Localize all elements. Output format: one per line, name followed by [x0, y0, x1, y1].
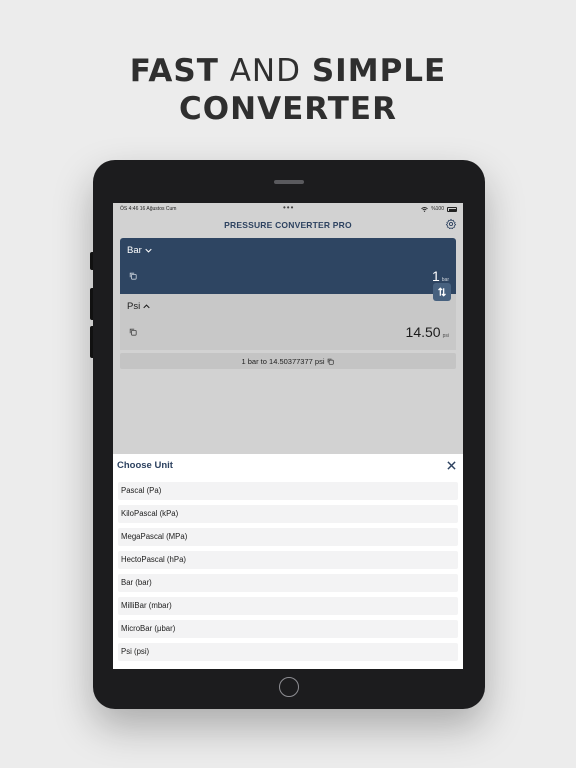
copy-icon[interactable] [129, 272, 137, 280]
gear-icon[interactable] [445, 218, 457, 230]
headline-word-and: AND [229, 53, 301, 89]
to-unit-label: Psi [127, 301, 141, 312]
marketing-headline: FAST AND SIMPLE CONVERTER [0, 52, 576, 128]
copy-icon[interactable] [129, 328, 137, 336]
choose-unit-sheet: Choose Unit Pascal (Pa) KiloPascal (kPa)… [113, 454, 463, 669]
to-unit-card[interactable]: Psi 14.50 psi [120, 294, 456, 350]
unit-option-hectopascal[interactable]: HectoPascal (hPa) [118, 551, 458, 569]
unit-option-millibar[interactable]: MilliBar (mbar) [118, 597, 458, 615]
status-bar: ÖS 4:46 16 Ağustos Cum ••• %100 [113, 203, 463, 215]
to-value-display[interactable]: 14.50 psi [406, 324, 449, 340]
from-unit-selector[interactable]: Bar [127, 245, 152, 256]
tablet-device: ÖS 4:46 16 Ağustos Cum ••• %100 PRESSURE… [90, 160, 485, 709]
swap-icon [438, 287, 446, 297]
unit-option-kilopascal[interactable]: KiloPascal (kPa) [118, 505, 458, 523]
side-button [90, 252, 93, 270]
unit-option-megapascal[interactable]: MegaPascal (MPa) [118, 528, 458, 546]
nav-bar: PRESSURE CONVERTER PRO [113, 215, 463, 237]
unit-option-microbar[interactable]: MicroBar (μbar) [118, 620, 458, 638]
copy-icon[interactable] [327, 358, 335, 365]
volume-down-button [90, 326, 93, 358]
headline-line-1: FAST AND SIMPLE [0, 52, 576, 90]
to-value: 14.50 [405, 324, 441, 340]
result-summary[interactable]: 1 bar to 14.50377377 psi [120, 353, 456, 369]
chevron-up-icon [143, 304, 150, 309]
unit-list: Pascal (Pa) KiloPascal (kPa) MegaPascal … [118, 482, 458, 666]
app-screen: ÖS 4:46 16 Ağustos Cum ••• %100 PRESSURE… [113, 203, 463, 669]
battery-percent: %100 [431, 206, 444, 212]
from-unit-label: Bar [127, 245, 142, 256]
speaker-grille [274, 180, 304, 184]
volume-up-button [90, 288, 93, 320]
from-value: 1 [431, 268, 440, 284]
result-text: 1 bar to 14.50377377 psi [241, 356, 325, 366]
multitasking-dots[interactable]: ••• [283, 203, 294, 214]
from-unit-card[interactable]: Bar 1 bar [120, 238, 456, 294]
unit-option-bar[interactable]: Bar (bar) [118, 574, 458, 592]
status-right: %100 [421, 203, 457, 215]
status-time-date: ÖS 4:46 16 Ağustos Cum [120, 206, 177, 212]
to-unit-selector[interactable]: Psi [127, 301, 150, 312]
from-value-display[interactable]: 1 bar [432, 268, 449, 284]
headline-word-fast: FAST [129, 53, 219, 89]
home-button[interactable] [279, 677, 299, 697]
chevron-down-icon [145, 248, 152, 253]
headline-line-2: CONVERTER [179, 91, 397, 127]
battery-icon [447, 206, 457, 212]
to-value-unit: psi [442, 333, 449, 339]
unit-option-pascal[interactable]: Pascal (Pa) [118, 482, 458, 500]
close-icon[interactable] [447, 461, 456, 470]
sheet-title: Choose Unit [117, 460, 173, 471]
swap-units-button[interactable] [433, 283, 451, 301]
app-title: PRESSURE CONVERTER PRO [224, 220, 352, 230]
unit-option-psi[interactable]: Psi (psi) [118, 643, 458, 661]
headline-word-simple: SIMPLE [311, 53, 447, 89]
wifi-icon [421, 206, 428, 212]
